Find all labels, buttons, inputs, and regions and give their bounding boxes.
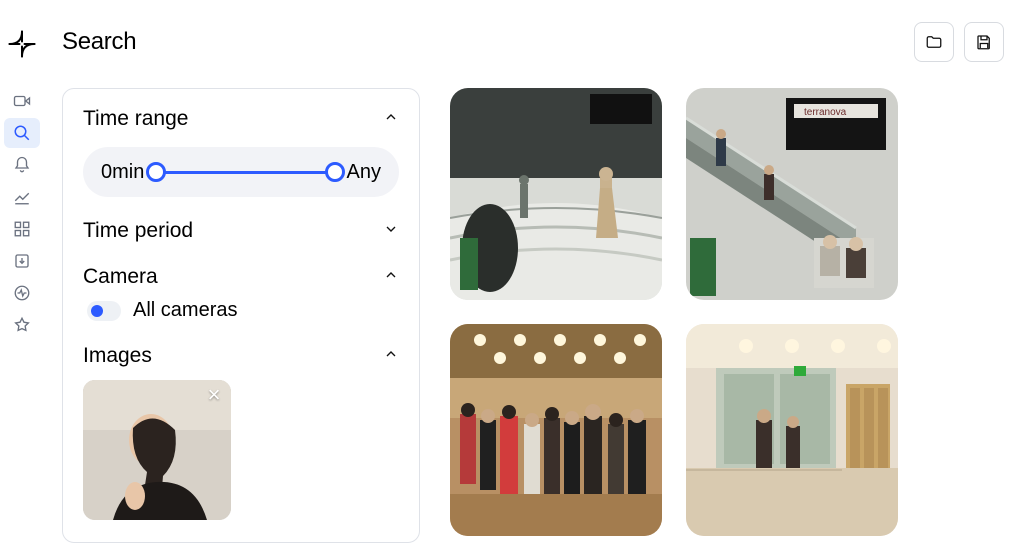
nav-video[interactable] bbox=[4, 86, 40, 116]
section-title: Camera bbox=[83, 265, 158, 289]
chevron-up-icon bbox=[383, 109, 399, 130]
nav-health[interactable] bbox=[4, 278, 40, 308]
section-title: Images bbox=[83, 344, 152, 368]
result-lobby-entrance[interactable] bbox=[686, 324, 898, 536]
section-camera[interactable]: Camera bbox=[83, 265, 399, 289]
brand-logo bbox=[6, 28, 38, 60]
camera-selection-label: All cameras bbox=[133, 299, 237, 322]
sidebar bbox=[0, 0, 44, 560]
section-title: Time range bbox=[83, 107, 188, 131]
chevron-down-icon bbox=[383, 221, 399, 242]
section-time-period[interactable]: Time period bbox=[83, 219, 399, 243]
main: Search Time range bbox=[44, 0, 1034, 560]
nav-alerts[interactable] bbox=[4, 150, 40, 180]
slider-track[interactable] bbox=[156, 171, 334, 174]
query-image-thumb[interactable]: × bbox=[83, 380, 231, 520]
nav-favorites[interactable] bbox=[4, 310, 40, 340]
camera-selection: All cameras bbox=[87, 299, 399, 322]
toggle-dot bbox=[91, 305, 103, 317]
open-folder-button[interactable] bbox=[914, 22, 954, 62]
nav-download[interactable] bbox=[4, 246, 40, 276]
slider-handle-max[interactable] bbox=[325, 162, 345, 182]
section-images[interactable]: Images bbox=[83, 344, 399, 368]
result-escalator[interactable]: terranova bbox=[686, 88, 898, 300]
section-time-range[interactable]: Time range bbox=[83, 107, 399, 131]
time-range-slider[interactable]: 0min Any bbox=[83, 147, 399, 197]
chevron-up-icon bbox=[383, 267, 399, 288]
header-actions bbox=[914, 22, 1004, 62]
remove-image-button[interactable]: × bbox=[203, 384, 225, 406]
section-title: Time period bbox=[83, 219, 193, 243]
header: Search bbox=[62, 18, 1004, 66]
result-mall-atrium[interactable] bbox=[450, 88, 662, 300]
slider-max-label: Any bbox=[347, 161, 381, 184]
nav-grid[interactable] bbox=[4, 214, 40, 244]
page-title: Search bbox=[62, 28, 136, 56]
nav-search[interactable] bbox=[4, 118, 40, 148]
results-grid: terranova bbox=[450, 88, 898, 543]
result-store-crowd[interactable] bbox=[450, 324, 662, 536]
nav-analytics[interactable] bbox=[4, 182, 40, 212]
content: Time range 0min Any Time period bbox=[62, 88, 1004, 543]
camera-toggle[interactable] bbox=[87, 301, 121, 321]
chevron-up-icon bbox=[383, 346, 399, 367]
svg-text:terranova: terranova bbox=[804, 107, 847, 118]
slider-min-label: 0min bbox=[101, 161, 144, 184]
search-panel: Time range 0min Any Time period bbox=[62, 88, 420, 543]
save-button[interactable] bbox=[964, 22, 1004, 62]
slider-handle-min[interactable] bbox=[146, 162, 166, 182]
